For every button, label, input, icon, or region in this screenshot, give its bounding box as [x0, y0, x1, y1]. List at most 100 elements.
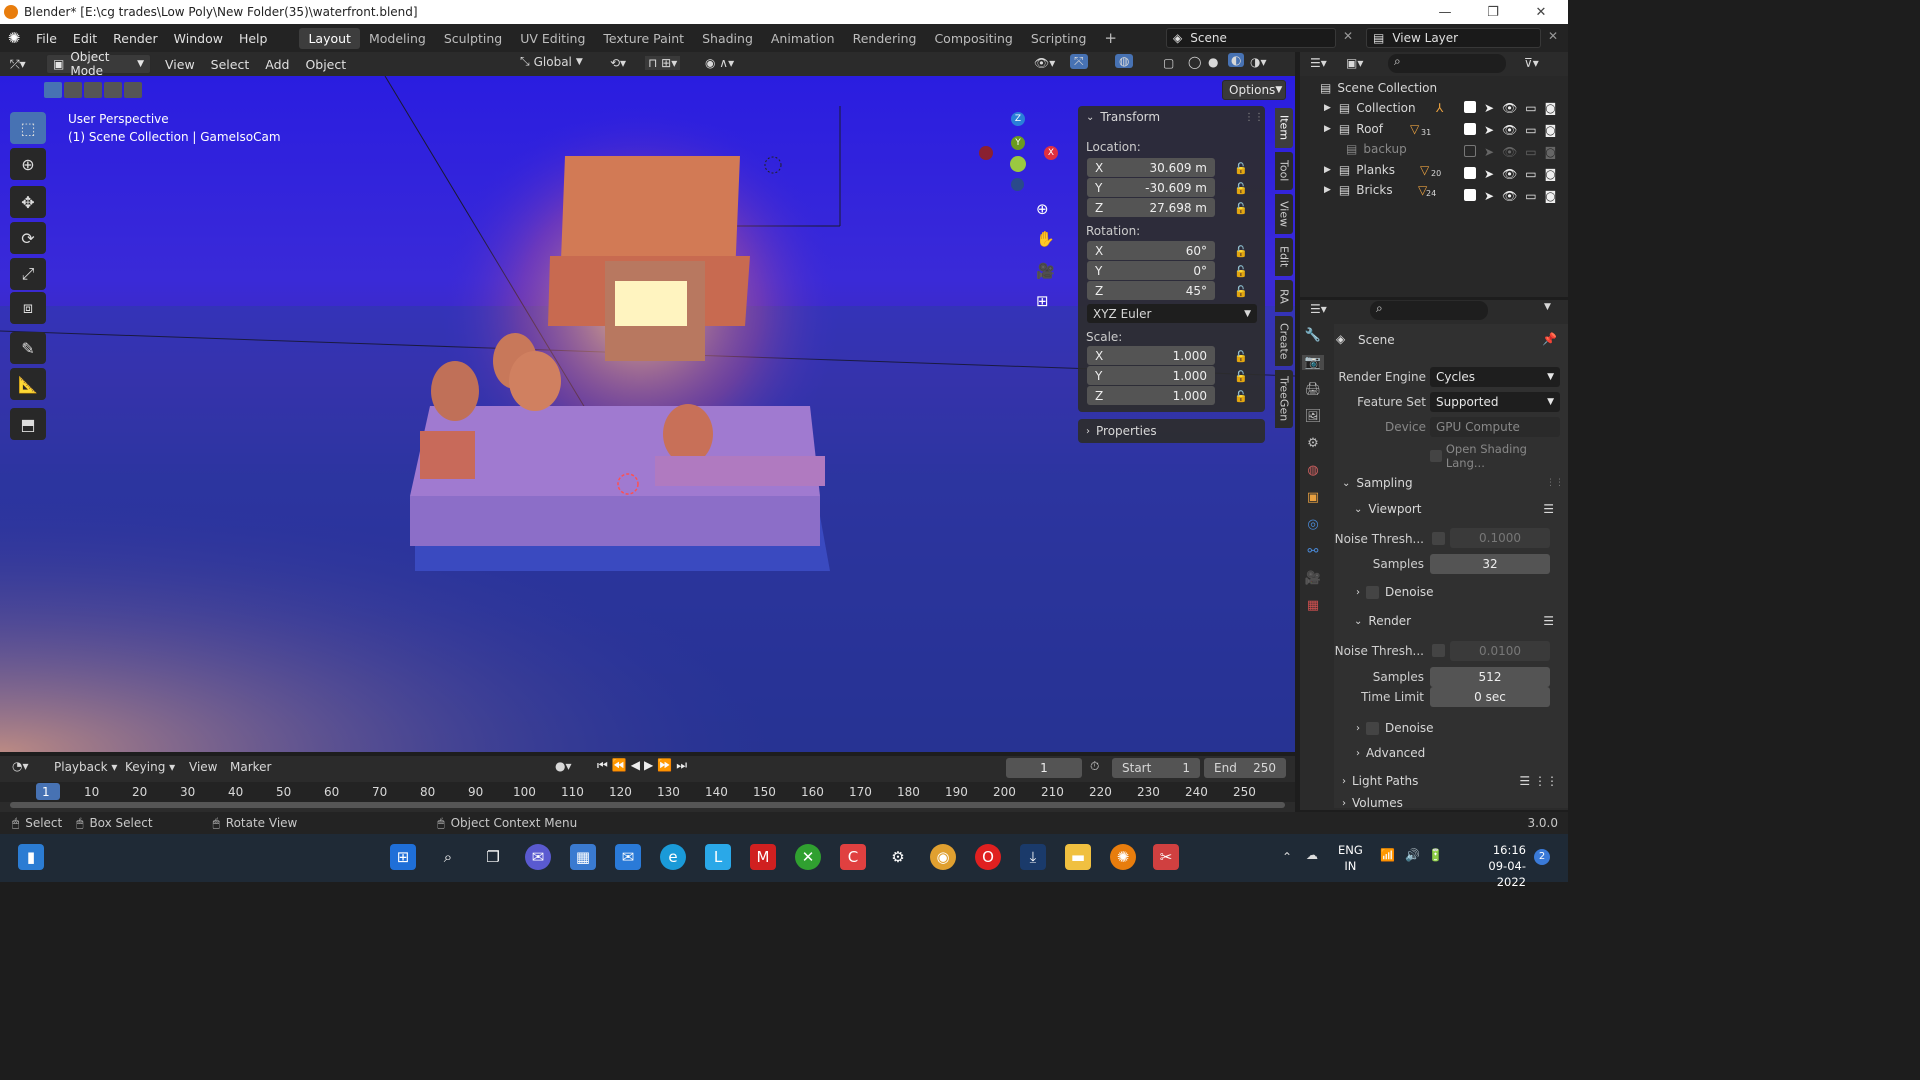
- end-frame-field[interactable]: End 250: [1204, 758, 1286, 778]
- location-z-field[interactable]: Z 27.698 m: [1087, 198, 1215, 217]
- start-icon[interactable]: ⊞: [390, 844, 416, 870]
- tab-texture-paint[interactable]: Texture Paint: [594, 28, 693, 49]
- select-box-tool-icon[interactable]: ⬚: [10, 112, 46, 144]
- menu-window[interactable]: Window: [166, 31, 231, 46]
- gizmo-neg-x-axis[interactable]: [979, 146, 993, 160]
- mode-dropdown[interactable]: ▣ Object Mode ▼: [46, 50, 151, 78]
- render-engine-dropdown[interactable]: Cycles ▼: [1430, 367, 1560, 387]
- volumes-panel-header[interactable]: › Volumes: [1336, 796, 1564, 810]
- object-tab-icon[interactable]: ▣: [1307, 490, 1319, 505]
- volume-icon[interactable]: 🔊: [1405, 848, 1420, 862]
- chat-icon[interactable]: ✉: [525, 844, 551, 870]
- constraints-tab-icon[interactable]: ⚯: [1308, 544, 1319, 559]
- scale-y-field[interactable]: Y 1.000: [1087, 366, 1215, 385]
- location-x-field[interactable]: X 30.609 m: [1087, 158, 1215, 177]
- render-samples-field[interactable]: 512: [1430, 667, 1550, 687]
- editor-type-icon[interactable]: ⤱▾: [10, 57, 40, 72]
- add-cube-tool-icon[interactable]: ⬒: [10, 408, 46, 440]
- editor-type-icon[interactable]: ◔▾: [12, 759, 29, 773]
- scale-z-field[interactable]: Z 1.000: [1087, 386, 1215, 405]
- select-new-icon[interactable]: [44, 82, 62, 98]
- render-denoise-row[interactable]: › Denoise: [1356, 721, 1434, 735]
- properties-subpanel-header[interactable]: › Properties: [1078, 419, 1265, 443]
- lock-icon[interactable]: 🔓: [1234, 182, 1248, 195]
- visibility-icon[interactable]: 👁▾: [1034, 56, 1055, 70]
- object-menu[interactable]: Object: [297, 57, 354, 72]
- file-explorer-icon[interactable]: ▬: [1065, 844, 1091, 870]
- feature-set-dropdown[interactable]: Supported ▼: [1430, 392, 1560, 412]
- gizmo-z-axis[interactable]: Z: [1011, 112, 1025, 126]
- language-indicator[interactable]: ENG IN: [1338, 842, 1363, 874]
- scene-remove-icon[interactable]: ✕: [1343, 29, 1353, 43]
- xbox-icon[interactable]: ✕: [795, 844, 821, 870]
- scale-x-field[interactable]: X 1.000: [1087, 346, 1215, 365]
- tab-item[interactable]: Item: [1275, 108, 1293, 148]
- viewport-noise-threshold-field[interactable]: 0.1000: [1450, 528, 1550, 548]
- expand-icon[interactable]: ▶: [1324, 185, 1331, 195]
- pin-icon[interactable]: 📌: [1542, 332, 1557, 346]
- exclude-checkbox[interactable]: [1464, 167, 1476, 179]
- view-menu[interactable]: View: [157, 57, 203, 72]
- battery-icon[interactable]: 🔋: [1428, 848, 1443, 862]
- output-tab-icon[interactable]: 🖨: [1305, 382, 1322, 397]
- minimize-icon[interactable]: —: [1422, 0, 1468, 24]
- notification-badge[interactable]: 2: [1534, 849, 1550, 865]
- menu-help[interactable]: Help: [231, 31, 276, 46]
- selectable-icon[interactable]: ➤: [1484, 145, 1494, 159]
- material-shading-icon[interactable]: ◐: [1228, 53, 1245, 67]
- tab-shading[interactable]: Shading: [693, 28, 762, 49]
- selectable-icon[interactable]: ➤: [1484, 101, 1494, 115]
- outliner-root[interactable]: ▤ Scene Collection: [1300, 78, 1568, 98]
- lightshot-icon[interactable]: L: [705, 844, 731, 870]
- scale-tool-icon[interactable]: ⤢: [10, 258, 46, 290]
- close-icon[interactable]: ✕: [1518, 0, 1564, 24]
- options-dropdown[interactable]: Options ▼: [1222, 80, 1286, 100]
- sampling-panel-header[interactable]: ⌄ Sampling ⋮⋮: [1336, 472, 1564, 494]
- tab-rendering[interactable]: Rendering: [844, 28, 926, 49]
- expand-icon[interactable]: ▶: [1324, 165, 1331, 175]
- tool-tab-icon[interactable]: 🔧: [1305, 328, 1321, 343]
- navigation-gizmo[interactable]: Z Y X: [975, 112, 1065, 202]
- transform-tool-icon[interactable]: ⧈: [10, 292, 46, 324]
- tab-view[interactable]: View: [1275, 194, 1293, 234]
- next-keyframe-icon[interactable]: ⏩: [657, 758, 672, 773]
- eye-icon[interactable]: 👁: [1502, 167, 1517, 181]
- clock[interactable]: 16:16 09-04-2022: [1462, 842, 1526, 890]
- gizmo-toggle-icon[interactable]: ⤧: [1070, 54, 1088, 69]
- chevron-down-icon[interactable]: ▼: [1544, 302, 1551, 312]
- chevron-up-icon[interactable]: ⌃: [1282, 850, 1292, 864]
- presets-list-icon[interactable]: ☰ ⋮⋮: [1519, 774, 1558, 788]
- transform-header[interactable]: ⌄ Transform: [1086, 110, 1160, 124]
- outliner-search-input[interactable]: ⌕: [1388, 54, 1506, 73]
- exclude-checkbox[interactable]: [1464, 189, 1476, 201]
- playback-menu[interactable]: Playback ▾: [54, 760, 117, 774]
- monitor-icon[interactable]: ▭: [1525, 145, 1536, 159]
- lock-icon[interactable]: 🔓: [1234, 245, 1248, 258]
- monitor-icon[interactable]: ▭: [1525, 167, 1536, 181]
- viewport-denoise-row[interactable]: › Denoise: [1356, 585, 1434, 599]
- menu-file[interactable]: File: [28, 31, 65, 46]
- noise-threshold-checkbox[interactable]: [1432, 532, 1445, 545]
- restore-icon[interactable]: ❐: [1470, 0, 1516, 24]
- tab-layout[interactable]: Layout: [299, 27, 360, 49]
- rotate-tool-icon[interactable]: ⟳: [10, 222, 46, 254]
- display-mode-icon[interactable]: ▣▾: [1346, 56, 1363, 70]
- properties-search-input[interactable]: ⌕: [1370, 301, 1488, 320]
- lock-icon[interactable]: 🔓: [1234, 162, 1248, 175]
- presets-list-icon[interactable]: ☰: [1543, 502, 1554, 516]
- world-tab-icon[interactable]: ◍: [1307, 463, 1318, 478]
- gizmo-center[interactable]: [1010, 156, 1026, 172]
- play-reverse-icon[interactable]: ◀: [631, 758, 640, 773]
- exclude-checkbox[interactable]: [1464, 145, 1476, 157]
- pan-hand-icon[interactable]: ✋: [1036, 230, 1055, 248]
- download-app-icon[interactable]: ⤓: [1020, 844, 1046, 870]
- camera-icon[interactable]: ◙: [1545, 145, 1557, 159]
- monitor-icon[interactable]: ▭: [1525, 123, 1536, 137]
- expand-icon[interactable]: ▶: [1324, 103, 1331, 113]
- camera-icon[interactable]: ◙: [1545, 123, 1557, 137]
- overlay-toggle-icon[interactable]: ◍: [1115, 54, 1134, 68]
- drag-handle-icon[interactable]: ⋮⋮: [1546, 478, 1564, 488]
- cursor-tool-icon[interactable]: ⊕: [10, 148, 46, 180]
- xray-icon[interactable]: ▢: [1163, 56, 1174, 70]
- marker-menu[interactable]: Marker: [230, 760, 271, 774]
